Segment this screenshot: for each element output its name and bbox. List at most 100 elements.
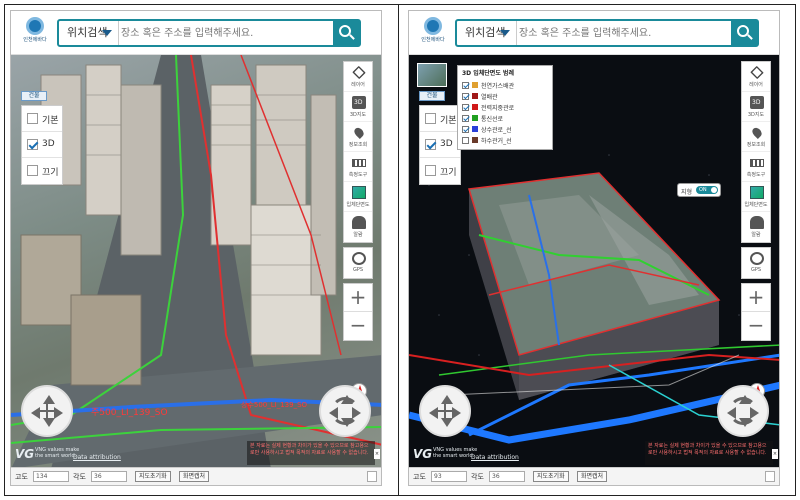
reset-map-button[interactable]: 지도초기화: [533, 471, 569, 482]
data-attribution-link[interactable]: Data attribution: [73, 454, 121, 461]
tool-layers[interactable]: 레이어: [344, 62, 372, 92]
tool-3dmap[interactable]: 3D지도: [742, 92, 770, 122]
checkbox[interactable]: [462, 137, 469, 144]
search-button[interactable]: [333, 21, 359, 45]
logo[interactable]: 인천에바다: [417, 17, 449, 49]
arrow-right-icon[interactable]: [452, 407, 461, 419]
gps-button[interactable]: GPS: [742, 248, 770, 278]
building-chip[interactable]: 건물: [419, 91, 445, 101]
zoom-out-button[interactable]: −: [344, 312, 372, 340]
building-thumbnail[interactable]: [417, 63, 447, 87]
map-viewport[interactable]: 건물 기본 3D 끄기 3D 입체단면도 범례 천연가스배관 열배관 전력지중관…: [409, 55, 779, 467]
pan-control[interactable]: [21, 385, 73, 437]
cube-icon: [750, 186, 764, 199]
gps-icon: [352, 252, 366, 265]
legend-item[interactable]: 천연가스배관: [462, 80, 548, 91]
tool-measure[interactable]: 측정도구: [344, 152, 372, 182]
tool-info[interactable]: 정보조회: [742, 122, 770, 152]
arrow-up-icon[interactable]: [43, 395, 55, 404]
tool-alarm[interactable]: 알람: [344, 212, 372, 242]
checkbox[interactable]: [462, 115, 469, 122]
search-input[interactable]: [121, 21, 331, 45]
rotate-control[interactable]: [717, 385, 769, 437]
pin-icon: [750, 125, 764, 140]
pan-control[interactable]: [419, 385, 471, 437]
view-option-basic[interactable]: 기본: [420, 106, 460, 132]
view-option-3d[interactable]: 3D: [22, 132, 62, 158]
tool-alarm[interactable]: 알람: [742, 212, 770, 242]
layers-icon: [352, 65, 366, 80]
checkbox[interactable]: [425, 139, 436, 150]
reset-map-button[interactable]: 지도초기화: [135, 471, 171, 482]
expand-icon[interactable]: [765, 471, 775, 482]
close-icon[interactable]: ×: [374, 449, 380, 459]
legend-item[interactable]: 상수관로_선: [462, 124, 548, 135]
capture-button[interactable]: 화면캡처: [179, 471, 210, 482]
view-option-3d[interactable]: 3D: [420, 132, 460, 158]
data-attribution-link[interactable]: Data attribution: [471, 454, 519, 461]
search-type-dropdown[interactable]: 위치검색: [59, 21, 119, 45]
tool-info[interactable]: 정보조회: [344, 122, 372, 152]
view-option-off[interactable]: 끄기: [420, 158, 460, 184]
close-icon[interactable]: ×: [772, 449, 778, 459]
section-legend: 3D 입체단면도 범례 천연가스배관 열배관 전력지중관로 통신선로 상수관로_…: [457, 65, 553, 150]
legend-swatch: [472, 126, 478, 132]
height-value[interactable]: 93: [431, 471, 467, 482]
search-button[interactable]: [731, 21, 757, 45]
expand-icon[interactable]: [367, 471, 377, 482]
bell-icon: [750, 216, 764, 229]
checkbox[interactable]: [27, 113, 38, 124]
toggle-switch[interactable]: ON: [696, 186, 718, 194]
logo[interactable]: 인천에바다: [19, 17, 51, 49]
angle-value[interactable]: 36: [91, 471, 127, 482]
tool-section[interactable]: 입체단면도: [344, 182, 372, 212]
angle-value[interactable]: 36: [489, 471, 525, 482]
arrow-left-icon[interactable]: [429, 407, 438, 419]
rotate-icon: [729, 397, 757, 425]
building-chip[interactable]: 건물: [21, 91, 47, 101]
arrow-down-icon[interactable]: [441, 418, 453, 427]
legend-swatch: [472, 93, 478, 99]
zoom-in-button[interactable]: +: [344, 284, 372, 312]
checkbox[interactable]: [462, 126, 469, 133]
right-app-panel: 인천에바다 위치검색 장소 혹은 주소를 입력해주세요. 건물 기본 3D 끄기…: [408, 10, 780, 486]
legend-item[interactable]: 열배관: [462, 91, 548, 102]
arrow-up-icon[interactable]: [441, 395, 453, 404]
view-option-off[interactable]: 끄기: [22, 158, 62, 184]
legend-item[interactable]: 하수관거_선: [462, 135, 548, 146]
checkbox[interactable]: [462, 82, 469, 89]
height-value[interactable]: 134: [33, 471, 69, 482]
arrow-down-icon[interactable]: [43, 418, 55, 427]
pipe-label: 상수500_LI_139_SO: [241, 400, 308, 409]
checkbox[interactable]: [462, 93, 469, 100]
arrow-left-icon[interactable]: [31, 407, 40, 419]
checkbox[interactable]: [425, 165, 436, 176]
arrow-right-icon[interactable]: [54, 407, 63, 419]
map-viewport[interactable]: 주500_LI_139_SO 상수500_LI_139_SO 건물 기본 3D …: [11, 55, 381, 467]
checkbox[interactable]: [425, 113, 436, 124]
terrain-label: 지형: [681, 189, 693, 196]
legend-item[interactable]: 전력지중관로: [462, 102, 548, 113]
checkbox[interactable]: [27, 139, 38, 150]
capture-button[interactable]: 화면캡처: [577, 471, 608, 482]
zoom-in-button[interactable]: +: [742, 284, 770, 312]
zoom-out-button[interactable]: −: [742, 312, 770, 340]
pin-icon: [352, 125, 366, 140]
tool-measure[interactable]: 측정도구: [742, 152, 770, 182]
terrain-toggle[interactable]: 지형 ON: [677, 183, 721, 197]
rotate-control[interactable]: [319, 385, 371, 437]
search-type-dropdown[interactable]: 위치검색: [457, 21, 517, 45]
search-bar: 위치검색: [455, 19, 759, 47]
checkbox[interactable]: [462, 104, 469, 111]
tool-layers[interactable]: 레이어: [742, 62, 770, 92]
gps-button[interactable]: GPS: [344, 248, 372, 278]
checkbox[interactable]: [27, 165, 38, 176]
view-option-basic[interactable]: 기본: [22, 106, 62, 132]
search-input[interactable]: [519, 21, 729, 45]
tool-section[interactable]: 입체단면도: [742, 182, 770, 212]
view-mode-panel: 기본 3D 끄기: [21, 105, 63, 185]
legend-item[interactable]: 통신선로: [462, 113, 548, 124]
tool-3dmap[interactable]: 3D지도: [344, 92, 372, 122]
left-app-panel: 인천에바다 위치검색 장소 혹은 주소를 입력해주세요. 주500_LI_139…: [10, 10, 382, 486]
gps-icon: [750, 252, 764, 265]
